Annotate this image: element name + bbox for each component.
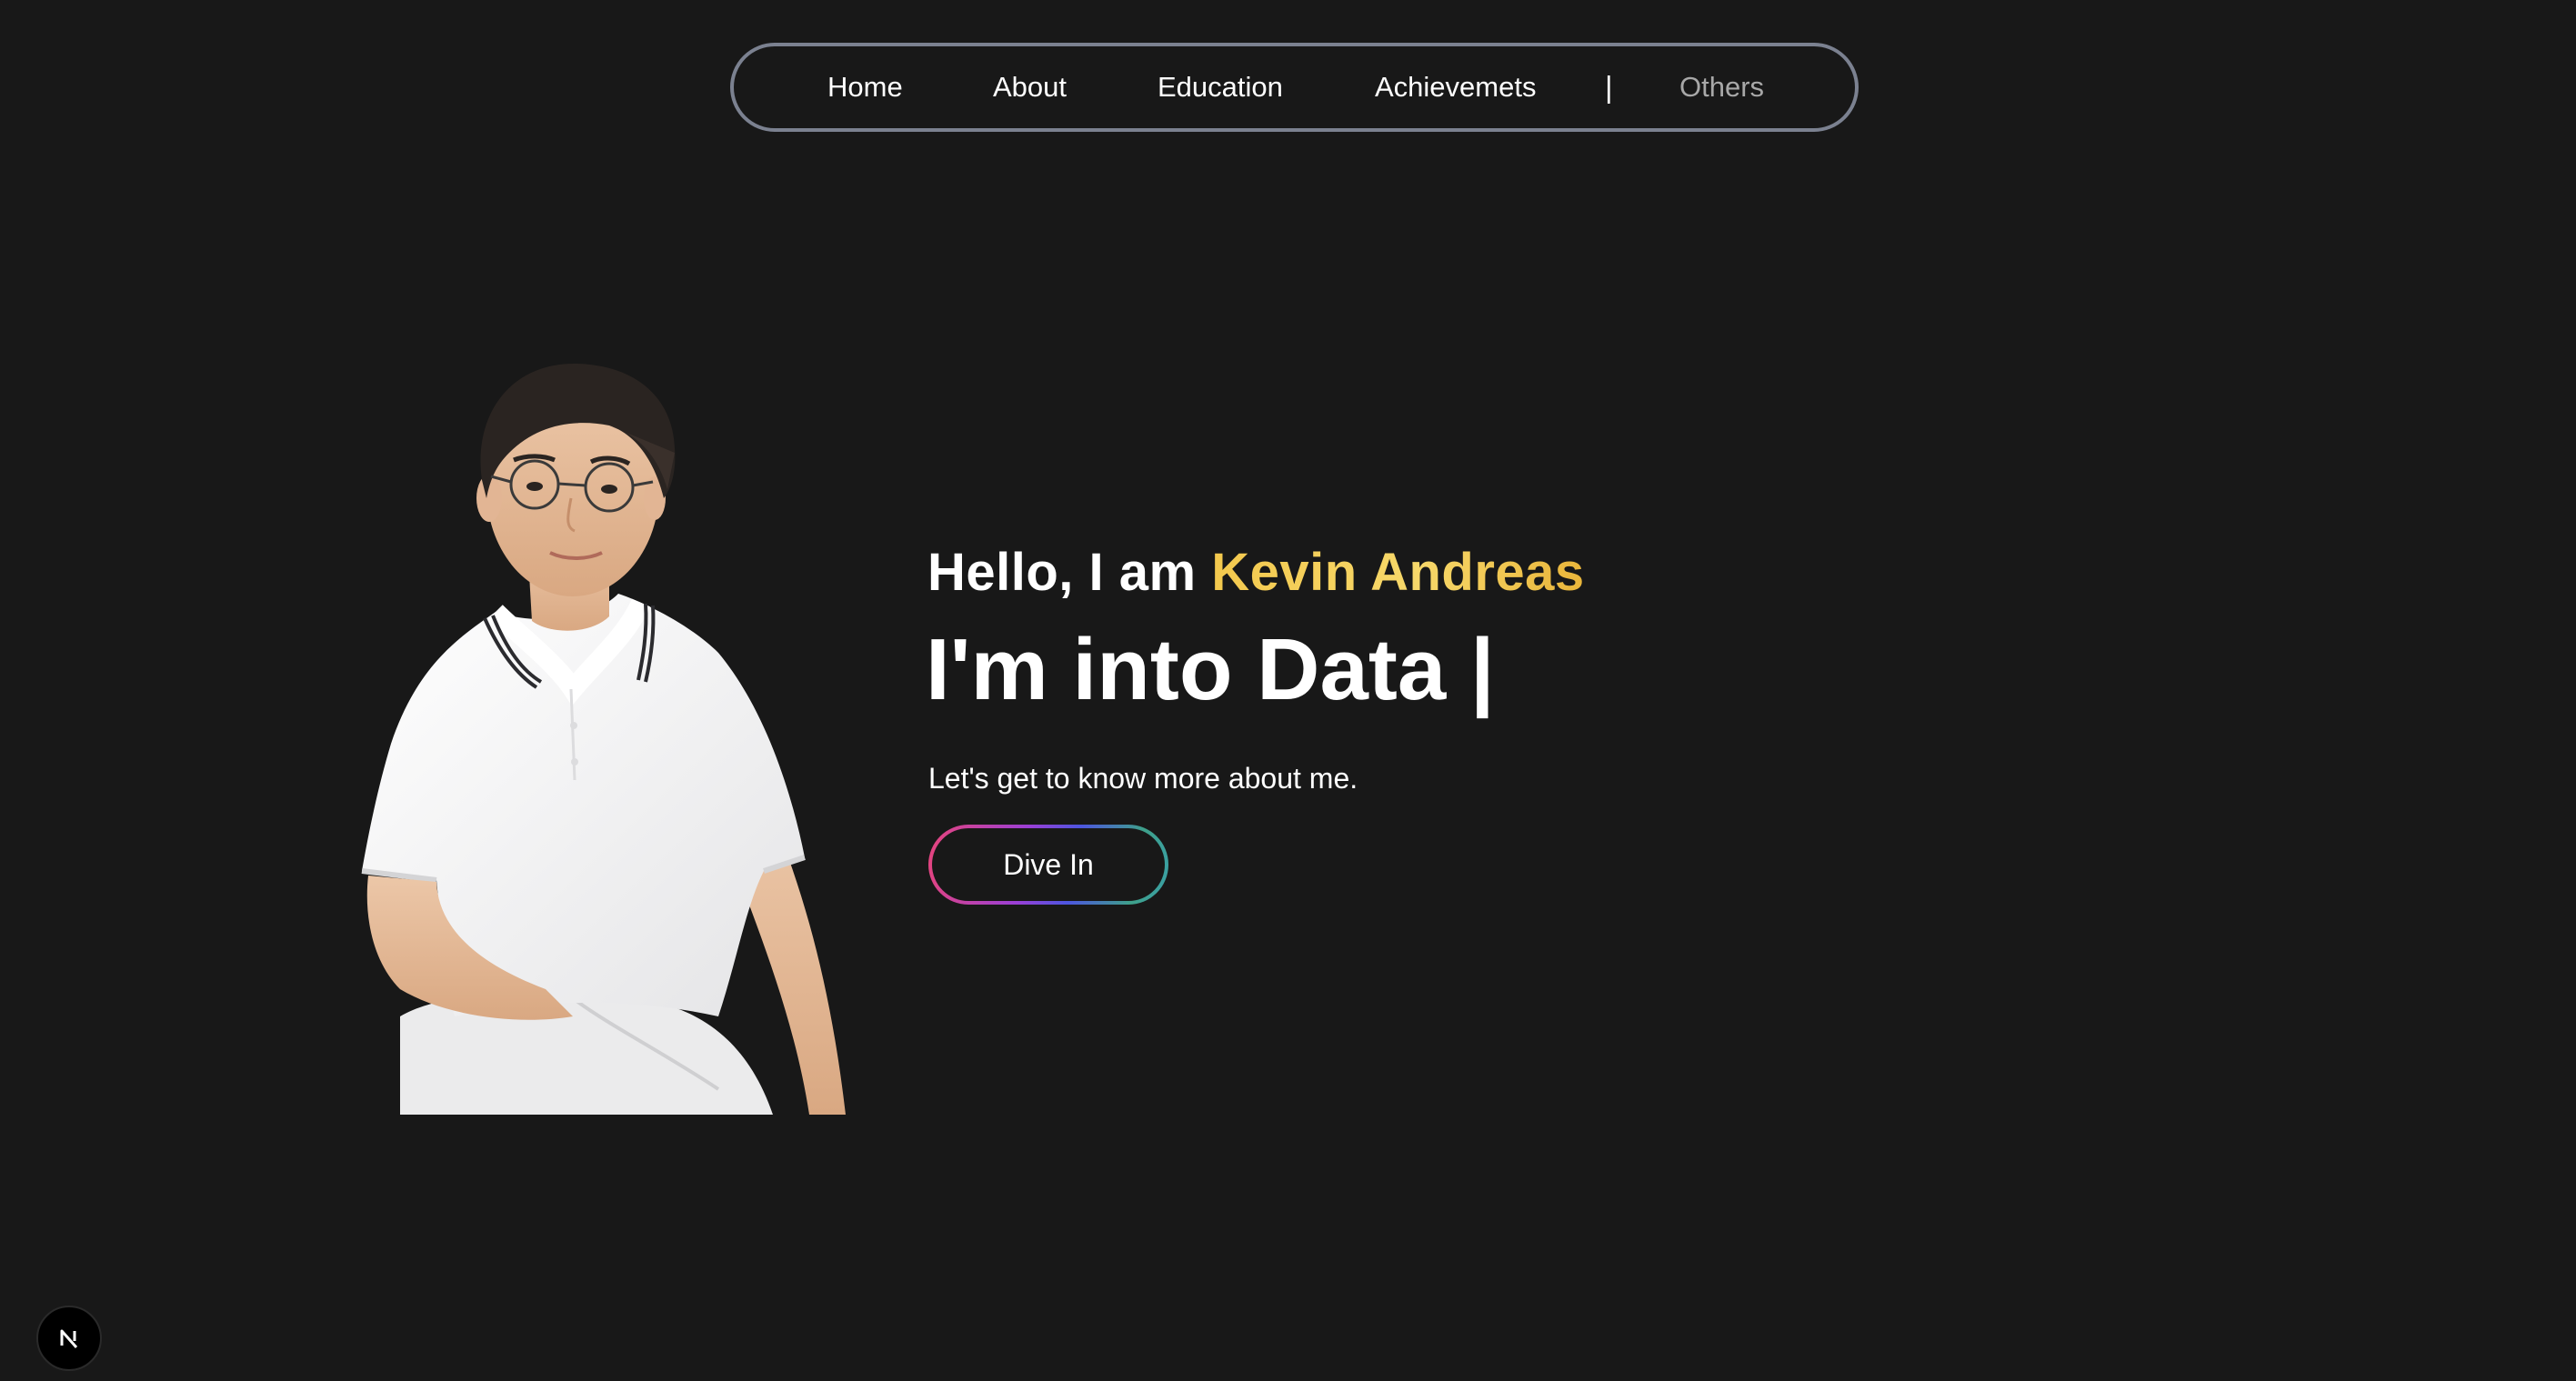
hero-greeting: Hello, I am Kevin Andreas [927, 542, 1585, 603]
hero-headline: I'm into Data | [926, 621, 1495, 718]
nav-divider: | [1605, 70, 1613, 104]
nav-item-others[interactable]: Others [1679, 71, 1764, 104]
hero-name: Kevin Andreas [1211, 543, 1585, 602]
dive-in-button-label: Dive In [932, 828, 1165, 901]
page: Home About Education Achievemets | Other… [0, 0, 2576, 1381]
nav-item-education[interactable]: Education [1158, 71, 1283, 104]
nav-item-about[interactable]: About [993, 71, 1067, 104]
greeting-prefix: Hello, I am [927, 543, 1212, 602]
dive-in-button[interactable]: Dive In [928, 825, 1168, 905]
nav-item-achievements[interactable]: Achievemets [1375, 71, 1536, 104]
nav-item-home[interactable]: Home [827, 71, 903, 104]
nextjs-logo-icon [60, 1329, 78, 1348]
nextjs-dev-badge[interactable] [36, 1306, 102, 1371]
hero-tagline: Let's get to know more about me. [928, 762, 1358, 795]
top-navigation: Home About Education Achievemets | Other… [730, 43, 1859, 132]
profile-photo [361, 363, 846, 1115]
